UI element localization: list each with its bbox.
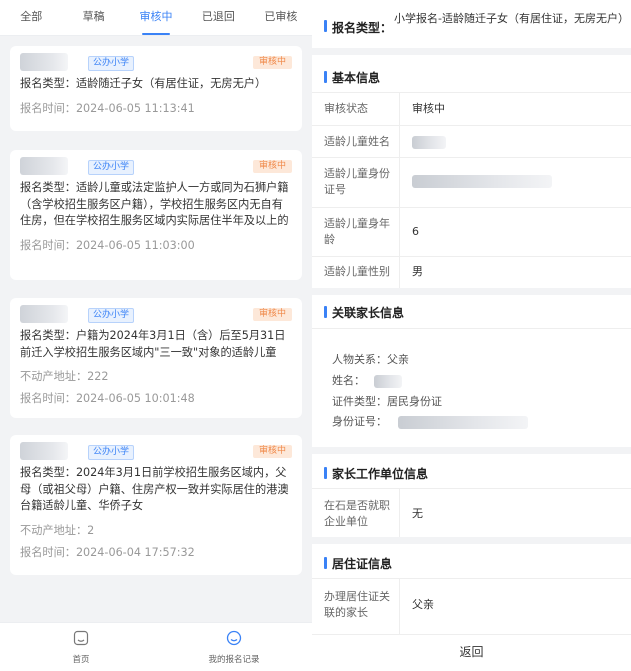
redacted-child-name — [20, 305, 68, 323]
status-tabs: 全部 草稿 审核中 已退回 已审核 — [0, 0, 312, 36]
child-name-label: 适龄儿童姓名 — [324, 135, 390, 148]
column-divider — [399, 92, 400, 288]
school-type-tag: 公办小学 — [88, 308, 135, 323]
row-divider — [312, 328, 631, 329]
parent-id-label: 身份证号： — [332, 415, 387, 428]
row-divider — [312, 578, 631, 579]
residence-parent-label: 办理居住证关联的家长 — [324, 590, 390, 619]
enrollment-time: 报名时间：2024-06-04 17:57:32 — [20, 545, 195, 559]
column-divider — [399, 488, 400, 537]
child-age-value: 6 — [412, 225, 419, 238]
school-type-tag: 公办小学 — [88, 56, 135, 71]
enrollment-list-panel: 全部 草稿 审核中 已退回 已审核 公办小学 审核中 报名类型：适龄随迁子女（有… — [0, 0, 312, 671]
parent-id-type: 证件类型：居民身份证 — [332, 395, 442, 408]
property-address: 不动产地址：222 — [20, 370, 109, 383]
redacted-child-name — [412, 136, 446, 149]
status-badge: 审核中 — [252, 56, 292, 69]
review-status-label: 审核状态 — [324, 102, 368, 115]
property-address: 不动产地址：2 — [20, 523, 95, 537]
row-divider — [312, 157, 631, 158]
section-marker — [324, 306, 327, 318]
row-divider — [312, 488, 631, 489]
child-gender-value: 男 — [412, 265, 423, 278]
row-divider — [312, 256, 631, 257]
section-separator — [312, 537, 631, 544]
section-separator — [312, 48, 631, 55]
card-header: 公办小学 审核中 — [20, 298, 292, 328]
section-marker — [324, 467, 327, 479]
row-divider — [312, 207, 631, 208]
nav-my-records[interactable]: 我的报名记录 — [194, 629, 274, 665]
enrollment-detail-panel: 报名类型： 小学报名-适龄随迁子女（有居住证，无房无户） 基本信息 审核状态 审… — [312, 0, 631, 671]
child-age-label: 适龄儿童身年龄 — [324, 217, 390, 246]
status-badge: 审核中 — [252, 445, 292, 458]
tab-approved[interactable]: 已审核 — [250, 0, 312, 35]
section-separator — [312, 447, 631, 454]
section-marker — [324, 20, 327, 32]
bottom-nav: 首页 我的报名记录 — [0, 622, 312, 671]
card-header: 公办小学 审核中 — [20, 46, 292, 76]
enrollment-time: 报名时间：2024-06-05 11:03:00 — [20, 238, 195, 252]
nav-home-label: 首页 — [72, 655, 90, 665]
child-id-label: 适龄儿童身份证号 — [324, 167, 390, 196]
enrollment-type: 报名类型：2024年3月1日前学校招生服务区域内，父母（或祖父母）户籍、住房产权… — [20, 466, 289, 512]
enrollment-type: 报名类型：适龄随迁子女（有居住证，无房无户） — [20, 77, 267, 90]
tab-reviewing[interactable]: 审核中 — [125, 0, 187, 35]
work-info-title: 家长工作单位信息 — [332, 467, 429, 481]
residence-info-title: 居住证信息 — [332, 557, 393, 571]
redacted-parent-name — [374, 375, 402, 388]
status-badge: 审核中 — [252, 308, 292, 321]
section-marker — [324, 71, 327, 83]
nav-my-records-label: 我的报名记录 — [208, 655, 260, 665]
type-label: 报名类型： — [332, 21, 393, 35]
review-status-value: 审核中 — [412, 102, 445, 115]
parent-relation: 人物关系：父亲 — [332, 353, 409, 366]
enrollment-card[interactable]: 公办小学 审核中 报名类型：2024年3月1日前学校招生服务区域内，父母（或祖父… — [10, 435, 302, 575]
redacted-id-number — [412, 175, 552, 188]
records-icon — [226, 630, 242, 646]
back-button[interactable]: 返回 — [312, 634, 631, 671]
enrollment-card[interactable]: 公办小学 审核中 报名类型：户籍为2024年3月1日（含）后至5月31日前迁入学… — [10, 298, 302, 418]
status-badge: 审核中 — [252, 160, 292, 173]
enrollment-type: 报名类型：适龄儿童或法定监护人一方或同为石狮户籍（含学校招生服务区户籍），学校招… — [20, 181, 289, 227]
enrollment-card[interactable]: 公办小学 审核中 报名类型：适龄儿童或法定监护人一方或同为石狮户籍（含学校招生服… — [10, 150, 302, 280]
employed-value: 无 — [412, 507, 423, 520]
card-header: 公办小学 审核中 — [20, 435, 292, 465]
tab-all[interactable]: 全部 — [0, 0, 62, 35]
tab-returned[interactable]: 已退回 — [187, 0, 249, 35]
app-root: 全部 草稿 审核中 已退回 已审核 公办小学 审核中 报名类型：适龄随迁子女（有… — [0, 0, 631, 671]
parent-info-title: 关联家长信息 — [332, 306, 405, 320]
child-gender-label: 适龄儿童性别 — [324, 265, 390, 278]
parent-name-label: 姓名： — [332, 374, 365, 387]
residence-parent-value: 父亲 — [412, 598, 434, 611]
school-type-tag: 公办小学 — [88, 445, 135, 460]
type-value: 小学报名-适龄随迁子女（有居住证，无房无户） — [394, 12, 629, 25]
enrollment-time: 报名时间：2024-06-05 10:01:48 — [20, 392, 195, 405]
column-divider — [399, 578, 400, 634]
redacted-parent-id — [398, 416, 528, 429]
redacted-child-name — [20, 442, 68, 460]
basic-info-title: 基本信息 — [332, 71, 381, 85]
enrollment-type: 报名类型：户籍为2024年3月1日（含）后至5月31日前迁入学校招生服务区域内"… — [20, 329, 286, 359]
redacted-child-name — [20, 157, 68, 175]
tab-draft[interactable]: 草稿 — [62, 0, 124, 35]
row-divider — [312, 92, 631, 93]
redacted-child-name — [20, 53, 68, 71]
home-icon — [73, 630, 89, 646]
employed-label: 在石是否就职企业单位 — [324, 499, 390, 528]
section-marker — [324, 557, 327, 569]
section-separator — [312, 288, 631, 295]
enrollment-card[interactable]: 公办小学 审核中 报名类型：适龄随迁子女（有居住证，无房无户） 报名时间：202… — [10, 46, 302, 131]
row-divider — [312, 125, 631, 126]
nav-home[interactable]: 首页 — [41, 629, 121, 665]
school-type-tag: 公办小学 — [88, 160, 135, 175]
enrollment-time: 报名时间：2024-06-05 11:13:41 — [20, 101, 195, 115]
card-header: 公办小学 审核中 — [20, 150, 292, 180]
